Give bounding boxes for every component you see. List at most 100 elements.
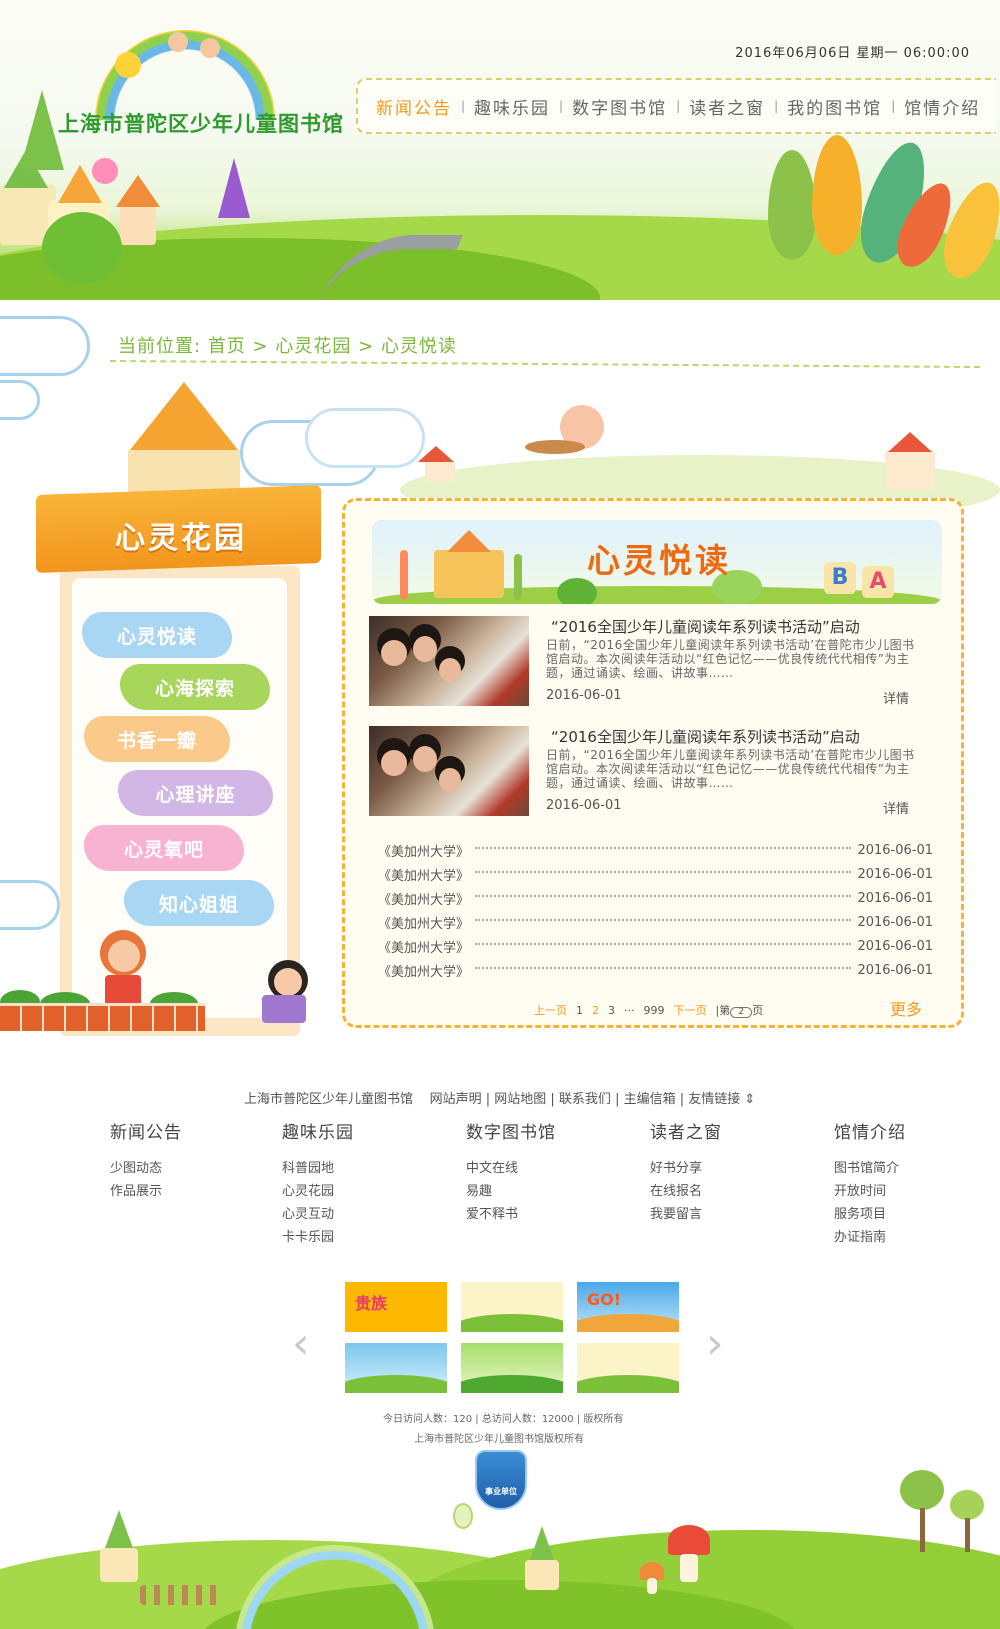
footer-link-friends[interactable]: 友情链接	[688, 1092, 740, 1107]
footer-column-link[interactable]: 在线报名	[650, 1180, 722, 1203]
photo-figure	[413, 636, 437, 662]
footer-column-link[interactable]: 服务项目	[834, 1203, 906, 1226]
footer-column-link[interactable]: 科普园地	[282, 1157, 354, 1180]
tree-illustration	[950, 1490, 984, 1520]
chevron-updown-icon[interactable]: ⇕	[744, 1092, 755, 1107]
nav-item-my-library[interactable]: 我的图书馆	[787, 94, 882, 119]
footer-column-link[interactable]: 卡卡乐园	[282, 1226, 354, 1249]
pagination-next[interactable]: 下一页	[674, 1002, 707, 1018]
footer-link-editor-mail[interactable]: 主编信箱	[624, 1092, 676, 1107]
nav-item-reader-window[interactable]: 读者之窗	[689, 94, 765, 119]
nav-item-news[interactable]: 新闻公告	[376, 94, 452, 119]
feature-detail-link[interactable]: 详情	[883, 798, 909, 817]
carousel-thumbnail[interactable]: GO!	[577, 1282, 679, 1332]
news-list-item[interactable]: 《美加州大学》 2016-06-01	[378, 886, 933, 910]
carousel-thumbnail[interactable]: 贵族	[345, 1282, 447, 1332]
breadcrumb-section[interactable]: 心灵花园	[275, 336, 351, 357]
sidebar-item-mind-exploration[interactable]: 心海探索	[120, 664, 270, 710]
news-list-item[interactable]: 《美加州大学》 2016-06-01	[378, 862, 933, 886]
feature-photo[interactable]	[369, 616, 529, 706]
footer-column-link[interactable]: 心灵花园	[282, 1180, 354, 1203]
pagination-page-last[interactable]: 999	[644, 1004, 665, 1017]
nav-item-about[interactable]: 馆情介绍	[904, 94, 980, 119]
footer-column-link[interactable]: 作品展示	[110, 1180, 182, 1203]
footer-link-library[interactable]: 上海市普陀区少年儿童图书馆	[244, 1092, 413, 1107]
pagination-page-current[interactable]: 2	[592, 1004, 599, 1017]
footer-column-link[interactable]: 易趣	[466, 1180, 556, 1203]
feature-title[interactable]: “2016全国少年儿童阅读年系列读书活动”启动	[551, 616, 860, 637]
carousel-thumbnail[interactable]	[577, 1343, 679, 1393]
footer-column-link[interactable]: 我要留言	[650, 1203, 722, 1226]
news-list-item[interactable]: 《美加州大学》 2016-06-01	[378, 934, 933, 958]
reading-girl-face	[274, 968, 302, 996]
footer-column-link[interactable]: 好书分享	[650, 1157, 722, 1180]
carousel-thumbnail[interactable]	[345, 1343, 447, 1393]
pagination-page[interactable]: 3	[608, 1004, 615, 1017]
sidebar-item-mind-oxygen-bar[interactable]: 心灵氧吧	[84, 825, 244, 871]
footer-link-separator: |	[615, 1092, 624, 1107]
more-link[interactable]: 更多	[890, 996, 922, 1020]
footer-column-head[interactable]: 新闻公告	[110, 1118, 182, 1143]
footer-column-link[interactable]: 办证指南	[834, 1226, 906, 1249]
sidebar-item-mind-reading[interactable]: 心灵悦读	[82, 612, 232, 658]
carousel-thumbnail[interactable]	[461, 1343, 563, 1393]
carousel-thumbnail[interactable]	[461, 1282, 563, 1332]
footer-column-link[interactable]: 爱不释书	[466, 1203, 556, 1226]
feature-detail-link[interactable]: 详情	[883, 688, 909, 707]
news-title[interactable]: 《美加州大学》	[378, 889, 469, 908]
news-title[interactable]: 《美加州大学》	[378, 937, 469, 956]
feature-article[interactable]: “2016全国少年儿童阅读年系列读书活动”启动 日前，“2016全国少年儿童阅读…	[369, 726, 929, 818]
footer-links: 上海市普陀区少年儿童图书馆 网站声明 | 网站地图 | 联系我们 | 主编信箱 …	[244, 1088, 755, 1107]
section-banner: 心灵悦读 B A	[372, 520, 942, 604]
pagination-goto-prefix: 第	[719, 1004, 731, 1017]
footer-column-link[interactable]: 开放时间	[834, 1180, 906, 1203]
footer-link-contact[interactable]: 联系我们	[559, 1092, 611, 1107]
news-list-item[interactable]: 《美加州大学》 2016-06-01	[378, 910, 933, 934]
news-title[interactable]: 《美加州大学》	[378, 841, 469, 860]
brick-wall-illustration	[0, 1003, 205, 1031]
nav-item-digital-library[interactable]: 数字图书馆	[572, 94, 667, 119]
breadcrumb-current: 心灵悦读	[380, 336, 457, 357]
sidebar-item-caring-sister[interactable]: 知心姐姐	[124, 880, 274, 926]
feature-date: 2016-06-01	[546, 688, 622, 703]
feature-title[interactable]: “2016全国少年儿童阅读年系列读书活动”启动	[551, 726, 860, 747]
site-title[interactable]: 上海市普陀区少年儿童图书馆	[58, 108, 344, 138]
feature-article[interactable]: “2016全国少年儿童阅读年系列读书活动”启动 日前，“2016全国少年儿童阅读…	[369, 616, 929, 708]
footer-column-link[interactable]: 中文在线	[466, 1157, 556, 1180]
sidebar-item-psychology-lecture[interactable]: 心理讲座	[118, 770, 273, 816]
footer-column-head[interactable]: 馆情介绍	[834, 1118, 906, 1143]
footer-column-head[interactable]: 读者之窗	[650, 1118, 722, 1143]
footer-link-sitemap[interactable]: 网站地图	[494, 1092, 546, 1107]
footer-column-head[interactable]: 趣味乐园	[282, 1118, 354, 1143]
news-list-item[interactable]: 《美加州大学》 2016-06-01	[378, 838, 933, 862]
thumbnail-text: GO!	[587, 1290, 622, 1309]
footer-column-link[interactable]: 少图动态	[110, 1157, 182, 1180]
carousel-prev-arrow-icon[interactable]: ‹	[292, 1318, 310, 1369]
institution-badge[interactable]: 事业单位	[475, 1450, 527, 1510]
datetime-display: 2016年06月06日 星期一 06:00:00	[735, 46, 970, 61]
carousel-next-arrow-icon[interactable]: ›	[706, 1318, 724, 1369]
feature-photo[interactable]	[369, 726, 529, 816]
news-title[interactable]: 《美加州大学》	[378, 961, 469, 980]
pagination: 上一页 1 2 3 ··· 999 下一页 |第 2 页	[534, 1002, 763, 1018]
footer-column-link[interactable]: 图书馆简介	[834, 1157, 906, 1180]
footer-link-statement[interactable]: 网站声明	[430, 1092, 482, 1107]
footer-column-link[interactable]: 心灵互动	[282, 1203, 354, 1226]
school-illustration	[434, 550, 504, 598]
pagination-prev[interactable]: 上一页	[534, 1002, 567, 1018]
nav-item-fun-park[interactable]: 趣味乐园	[474, 94, 550, 119]
flower-illustration	[92, 158, 118, 184]
tree-trunk	[920, 1508, 925, 1552]
news-list-item[interactable]: 《美加州大学》 2016-06-01	[378, 958, 933, 982]
sidebar-item-book-fragrance[interactable]: 书香一瓣	[84, 716, 230, 762]
main-nav: 新闻公告 | 趣味乐园 | 数字图书馆 | 读者之窗 | 我的图书馆 | 馆情介…	[356, 78, 996, 134]
news-date: 2016-06-01	[857, 962, 933, 978]
pagination-goto-input[interactable]: 2	[730, 1007, 753, 1018]
sun-icon	[115, 52, 141, 78]
news-title[interactable]: 《美加州大学》	[378, 913, 469, 932]
footer-column-head[interactable]: 数字图书馆	[466, 1118, 556, 1143]
pagination-page[interactable]: 1	[576, 1004, 583, 1017]
breadcrumb-home[interactable]: 首页	[208, 336, 246, 357]
news-date: 2016-06-01	[857, 842, 933, 858]
news-title[interactable]: 《美加州大学》	[378, 865, 469, 884]
